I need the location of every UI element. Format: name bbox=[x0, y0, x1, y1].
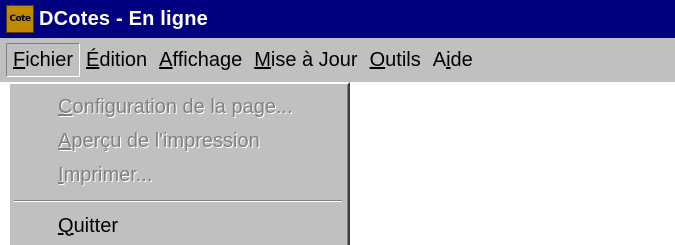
menu-affichage[interactable]: Affichage bbox=[153, 43, 248, 77]
menu-affichage-label: ffichage bbox=[172, 48, 243, 71]
print-preview-label: perçu de l'impression bbox=[71, 129, 260, 152]
menu-edition[interactable]: Édition bbox=[80, 43, 153, 77]
print-preview-mnemonic: A bbox=[58, 129, 72, 152]
menu-mise-a-jour-mnemonic: M bbox=[254, 48, 271, 71]
menu-affichage-mnemonic: A bbox=[159, 48, 173, 71]
menu-outils-label: utils bbox=[385, 48, 421, 71]
menu-item-quit[interactable]: Quitter bbox=[58, 213, 118, 239]
print-label: mprimer... bbox=[63, 163, 153, 186]
menu-outils-mnemonic: O bbox=[369, 48, 386, 71]
quit-mnemonic: Q bbox=[58, 214, 74, 237]
window-title: DCotes - En ligne bbox=[39, 7, 208, 30]
menu-item-print[interactable]: Imprimer... bbox=[58, 162, 152, 188]
menu-aide-label: de bbox=[450, 48, 473, 71]
menu-edition-mnemonic: É bbox=[86, 48, 100, 71]
menu-mise-a-jour-label: ise à Jour bbox=[270, 48, 358, 71]
page-setup-label: onfiguration de la page... bbox=[72, 95, 293, 118]
quit-label: uitter bbox=[73, 214, 119, 237]
app-icon[interactable]: Cote bbox=[6, 5, 34, 33]
menu-fichier-label: ichier bbox=[25, 48, 74, 71]
file-menu-dropdown: Configuration de la page... Aperçu de l'… bbox=[8, 82, 350, 245]
menu-separator bbox=[14, 200, 342, 202]
menu-edition-label: dition bbox=[99, 48, 148, 71]
menu-item-print-preview[interactable]: Aperçu de l'impression bbox=[58, 128, 260, 154]
menu-fichier[interactable]: Fichier bbox=[6, 43, 81, 77]
menu-bar: Fichier Édition Affichage Mise à Jour Ou… bbox=[0, 38, 675, 82]
menu-item-page-setup[interactable]: Configuration de la page... bbox=[58, 94, 293, 120]
app-icon-label: Cote bbox=[9, 14, 31, 24]
page-setup-mnemonic: C bbox=[58, 95, 73, 118]
menu-aide-prefix: A bbox=[432, 48, 447, 71]
title-bar[interactable]: Cote DCotes - En ligne bbox=[0, 0, 675, 38]
menu-fichier-mnemonic: F bbox=[13, 48, 26, 71]
menu-outils[interactable]: Outils bbox=[364, 43, 427, 77]
menu-aide[interactable]: Ai de bbox=[427, 43, 479, 77]
menu-mise-a-jour[interactable]: Mise à Jour bbox=[248, 43, 363, 77]
